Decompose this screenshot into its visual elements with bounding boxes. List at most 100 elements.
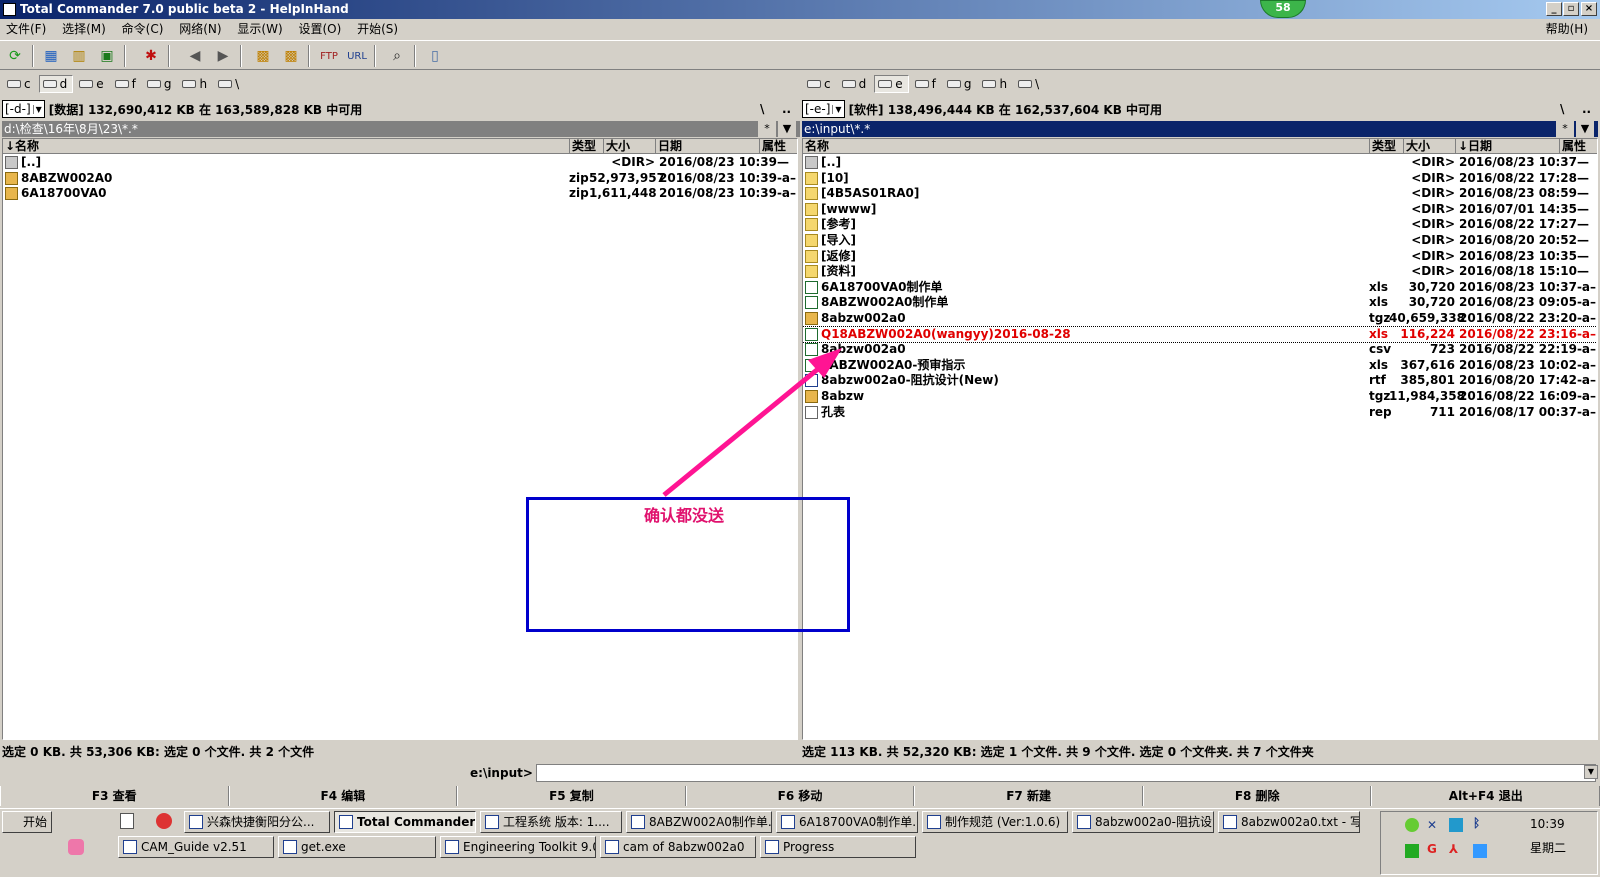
- parent-dir-button[interactable]: ..: [782, 102, 791, 116]
- root-dir-button[interactable]: \: [760, 102, 764, 116]
- file-row[interactable]: 8ABZW002A0制作单 xls 30,720 2016/08/23 09:05-a…: [803, 295, 1597, 311]
- menu-start[interactable]: 开始(S): [351, 19, 404, 39]
- file-row[interactable]: 孔表 rep 711 2016/08/17 00:37-a–: [803, 405, 1597, 421]
- back-icon[interactable]: ◀: [184, 45, 206, 67]
- menu-commands[interactable]: 命令(C): [116, 19, 170, 39]
- drive-g-button[interactable]: g: [144, 75, 177, 93]
- bluetooth-icon[interactable]: ᛒ: [1473, 816, 1480, 830]
- file-row[interactable]: 8abzw002a0-阻抗设计(New) rtf 385,801 2016/08/20…: [803, 373, 1597, 389]
- hotlist-button[interactable]: ▼: [778, 121, 796, 137]
- file-row[interactable]: 6A18700VA0制作单 xls 30,720 2016/08/23 10:37-a…: [803, 280, 1597, 296]
- task-button-cam-guide[interactable]: CAM_Guide v2.51: [118, 836, 274, 858]
- network-drive-button[interactable]: \: [215, 75, 244, 93]
- invert-selection-icon[interactable]: ✱: [140, 45, 162, 67]
- unpack-icon[interactable]: ▩: [280, 45, 302, 67]
- history-button[interactable]: *: [1556, 121, 1574, 137]
- minimize-button[interactable]: _: [1546, 2, 1562, 16]
- show-desktop-icon[interactable]: [120, 813, 134, 829]
- drive-h-button[interactable]: h: [979, 75, 1012, 93]
- file-row[interactable]: 6A18700VA0 zip 1,611,448 2016/08/23 10:39-a…: [3, 186, 797, 202]
- notepad-icon[interactable]: ▯: [424, 45, 446, 67]
- clock[interactable]: 10:39: [1530, 817, 1565, 831]
- right-drive-select[interactable]: [-e-] ▼: [802, 100, 845, 118]
- task-button-get-exe[interactable]: get.exe: [278, 836, 436, 858]
- f7-newfolder-button[interactable]: F7 新建: [914, 786, 1143, 806]
- task-button-engineering-system[interactable]: 工程系统 版本: 1....: [480, 811, 622, 833]
- shield-icon[interactable]: [1405, 844, 1419, 858]
- task-button-progress[interactable]: Progress: [760, 836, 916, 858]
- left-drive-select[interactable]: [-d-] ▼: [2, 100, 45, 118]
- file-row[interactable]: Q18ABZW002A0(wangyy)2016-08-28 xls 116,224…: [803, 325, 1597, 344]
- col-name-header[interactable]: ↓名称: [3, 139, 569, 154]
- drive-c-button[interactable]: c: [804, 75, 836, 93]
- f8-delete-button[interactable]: F8 删除: [1142, 786, 1372, 806]
- col-date-header[interactable]: 日期: [655, 139, 759, 154]
- tray-app-icon[interactable]: ✕: [1427, 818, 1437, 832]
- tray-app-icon[interactable]: [1473, 844, 1487, 858]
- file-row[interactable]: [参考] <DIR> 2016/08/22 17:27—: [803, 217, 1597, 233]
- history-button[interactable]: *: [758, 121, 776, 137]
- col-name-header[interactable]: 名称: [803, 139, 1369, 154]
- command-line-input[interactable]: [536, 764, 1596, 782]
- f4-edit-button[interactable]: F4 编辑: [228, 786, 458, 806]
- file-row[interactable]: [..] <DIR> 2016/08/23 10:39—: [3, 155, 797, 171]
- f6-move-button[interactable]: F6 移动: [685, 786, 915, 806]
- left-file-panel[interactable]: ↓名称 类型 大小 日期 属性 [..] <DIR> 2016/08/23 10:3…: [2, 138, 798, 740]
- drive-e-button[interactable]: e: [874, 75, 909, 93]
- file-row[interactable]: [资料] <DIR> 2016/08/18 15:10—: [803, 264, 1597, 280]
- file-row[interactable]: 8abzw002a0 csv 723 2016/08/22 22:19-a–: [803, 342, 1597, 358]
- task-button-spec[interactable]: 制作规范 (Ver:1.0.6): [922, 811, 1068, 833]
- drive-f-button[interactable]: f: [112, 75, 141, 93]
- thumbnail-view-icon[interactable]: ▣: [96, 45, 118, 67]
- quicklaunch-app-icon[interactable]: [156, 813, 172, 829]
- f5-copy-button[interactable]: F5 复制: [457, 786, 686, 806]
- drive-g-button[interactable]: g: [944, 75, 977, 93]
- task-button-total-commander[interactable]: Total Commander ...: [334, 811, 476, 833]
- task-button-6a187-sheet[interactable]: 6A18700VA0制作单....: [776, 811, 918, 833]
- close-button[interactable]: ×: [1581, 2, 1597, 16]
- ftp-icon[interactable]: FTP: [318, 45, 340, 67]
- menu-configuration[interactable]: 设置(O): [292, 19, 347, 39]
- task-button-xingsen[interactable]: 兴森快捷衡阳分公...: [184, 811, 330, 833]
- task-button-8abzw-sheet[interactable]: 8ABZW002A0制作单....: [626, 811, 772, 833]
- maximize-button[interactable]: ▫: [1563, 2, 1579, 16]
- file-row[interactable]: [..] <DIR> 2016/08/23 10:37—: [803, 155, 1597, 171]
- refresh-icon[interactable]: ⟳: [4, 45, 26, 67]
- drive-e-button[interactable]: e: [76, 75, 108, 93]
- altf4-exit-button[interactable]: Alt+F4 退出: [1371, 786, 1600, 806]
- command-history-dropdown[interactable]: ▼: [1584, 765, 1598, 779]
- task-button-impedance[interactable]: 8abzw002a0-阻抗设...: [1072, 811, 1214, 833]
- left-path-bar[interactable]: d:\检查\16年\8月\23\*.* * ▼: [2, 121, 800, 137]
- menu-network[interactable]: 网络(N): [173, 19, 227, 39]
- app-icon[interactable]: [3, 3, 16, 16]
- url-icon[interactable]: URL: [346, 45, 368, 67]
- col-type-header[interactable]: 类型: [1369, 139, 1403, 154]
- right-path-bar[interactable]: e:\input\*.* * ▼: [802, 121, 1598, 137]
- menu-help[interactable]: 帮助(H): [1540, 19, 1594, 39]
- right-file-panel[interactable]: 名称 类型 大小 ↓日期 属性 [..] <DIR> 2016/08/23 10:3…: [802, 138, 1598, 740]
- f3-view-button[interactable]: F3 查看: [0, 786, 229, 806]
- col-size-header[interactable]: 大小: [603, 139, 655, 154]
- icons-view-icon[interactable]: ▦: [40, 45, 62, 67]
- task-button-cam[interactable]: cam of 8abzw002a0: [600, 836, 756, 858]
- quicklaunch-app-icon[interactable]: [68, 839, 84, 855]
- file-row[interactable]: [导入] <DIR> 2016/08/20 20:52—: [803, 233, 1597, 249]
- tray-app-icon[interactable]: [1449, 818, 1463, 832]
- tray-app-icon[interactable]: ⅄: [1449, 842, 1458, 856]
- drive-h-button[interactable]: h: [179, 75, 212, 93]
- file-row[interactable]: 8abzw tgz 11,984,358 2016/08/22 16:09-a–: [803, 389, 1597, 405]
- col-size-header[interactable]: 大小: [1403, 139, 1455, 154]
- task-button-notepad[interactable]: 8abzw002a0.txt - 写...: [1218, 811, 1360, 833]
- menu-view[interactable]: 显示(W): [231, 19, 288, 39]
- file-row[interactable]: [4B5AS01RA0] <DIR> 2016/08/23 08:59—: [803, 186, 1597, 202]
- parent-dir-button[interactable]: ..: [1582, 102, 1591, 116]
- file-row[interactable]: 8ABZW002A0-预审指示 xls 367,616 2016/08/23 10:0…: [803, 358, 1597, 374]
- col-attr-header[interactable]: 属性: [1559, 139, 1597, 154]
- file-row[interactable]: [10] <DIR> 2016/08/22 17:28—: [803, 171, 1597, 187]
- file-row[interactable]: 8abzw002a0 tgz 40,659,338 2016/08/22 23:20-…: [803, 311, 1597, 327]
- tray-app-icon[interactable]: G: [1427, 842, 1437, 856]
- col-type-header[interactable]: 类型: [569, 139, 603, 154]
- network-drive-button[interactable]: \: [1015, 75, 1044, 93]
- start-button[interactable]: 开始: [2, 811, 52, 833]
- root-dir-button[interactable]: \: [1560, 102, 1564, 116]
